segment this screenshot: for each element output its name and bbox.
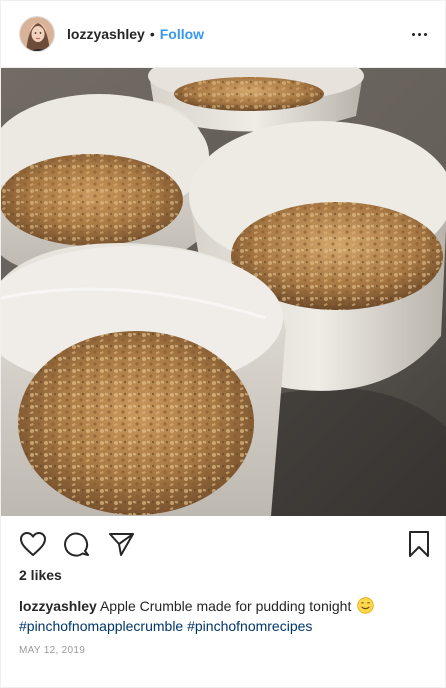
smiling-face-emoji (357, 597, 374, 614)
post-caption: lozzyashley Apple Crumble made for puddi… (19, 596, 429, 636)
hashtag-link[interactable]: #pinchofnomrecipes (187, 618, 312, 634)
follow-button[interactable]: Follow (160, 26, 204, 42)
heart-icon[interactable] (17, 528, 49, 560)
comment-bubble-icon[interactable] (61, 528, 93, 560)
post-date: MAY 12, 2019 (19, 645, 86, 656)
header-username[interactable]: lozzyashley (67, 26, 145, 42)
paper-plane-icon[interactable] (105, 528, 137, 560)
header-separator: • (149, 26, 155, 42)
caption-username[interactable]: lozzyashley (19, 598, 97, 614)
bookmark-icon[interactable] (403, 528, 435, 560)
instagram-post-card: lozzyashley • Follow 2 likes lozzyashley… (0, 0, 446, 688)
more-options-icon[interactable] (407, 22, 431, 46)
post-header: lozzyashley • Follow (1, 1, 446, 68)
likes-count[interactable]: 2 likes (19, 567, 62, 583)
hashtag-link[interactable]: #pinchofnomapplecrumble (19, 618, 183, 634)
post-image[interactable] (1, 68, 446, 516)
avatar[interactable] (19, 16, 55, 52)
caption-text: Apple Crumble made for pudding tonight (99, 598, 352, 614)
post-actions (1, 522, 446, 566)
